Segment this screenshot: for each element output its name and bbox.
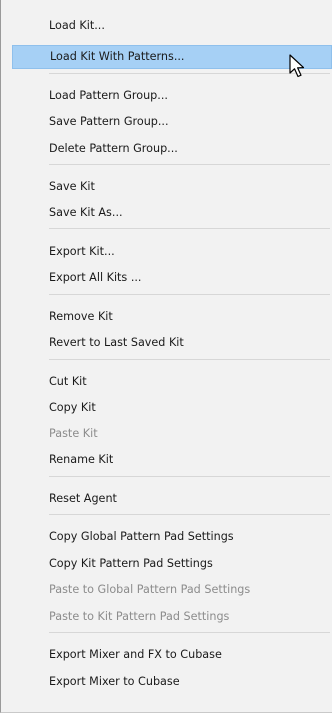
menu-item-copy-global-pattern-pad-settings[interactable]: Copy Global Pattern Pad Settings [12,525,332,549]
menu-item-paste-global-pattern-pad-settings: Paste to Global Pattern Pad Settings [49,583,251,596]
menu-separator [49,164,330,165]
menu-item-delete-pattern-group[interactable]: Delete Pattern Group... [12,137,332,161]
menu-item-export-all-kits[interactable]: Export All Kits ... [12,266,332,290]
menu-separator [49,476,330,477]
menu-item-load-kit-with-patterns[interactable]: Load Kit With Patterns... [12,45,332,69]
menu-separator [49,632,330,633]
menu-item-paste-kit: Paste Kit [49,427,98,440]
menu-separator [49,514,330,515]
menu-item-save-kit-as[interactable]: Save Kit As... [12,201,332,225]
menu-item-revert-kit[interactable]: Revert to Last Saved Kit [12,331,332,355]
menu-separator [49,359,330,360]
menu-item-paste-kit-pattern-pad-settings: Paste to Kit Pattern Pad Settings [49,610,230,623]
menu-separator [49,228,330,229]
menu-item-cut-kit[interactable]: Cut Kit [12,370,332,394]
context-menu: Load Kit... Load Kit With Patterns... Lo… [0,0,332,713]
menu-item-export-kit[interactable]: Export Kit... [12,240,332,264]
menu-item-reset-agent[interactable]: Reset Agent [12,487,332,511]
menu-item-copy-kit-pattern-pad-settings[interactable]: Copy Kit Pattern Pad Settings [12,552,332,576]
menu-item-export-mixer[interactable]: Export Mixer to Cubase [12,670,332,694]
menu-item-remove-kit[interactable]: Remove Kit [12,305,332,329]
menu-item-save-pattern-group[interactable]: Save Pattern Group... [12,110,332,134]
menu-item-save-kit[interactable]: Save Kit [12,175,332,199]
menu-item-load-kit[interactable]: Load Kit... [12,14,332,38]
menu-separator [49,294,330,295]
menu-item-export-mixer-and-fx[interactable]: Export Mixer and FX to Cubase [12,643,332,667]
menu-item-copy-kit[interactable]: Copy Kit [12,396,332,420]
menu-item-load-pattern-group[interactable]: Load Pattern Group... [12,84,332,108]
menu-item-rename-kit[interactable]: Rename Kit [12,448,332,472]
mouse-pointer-icon [289,54,305,78]
